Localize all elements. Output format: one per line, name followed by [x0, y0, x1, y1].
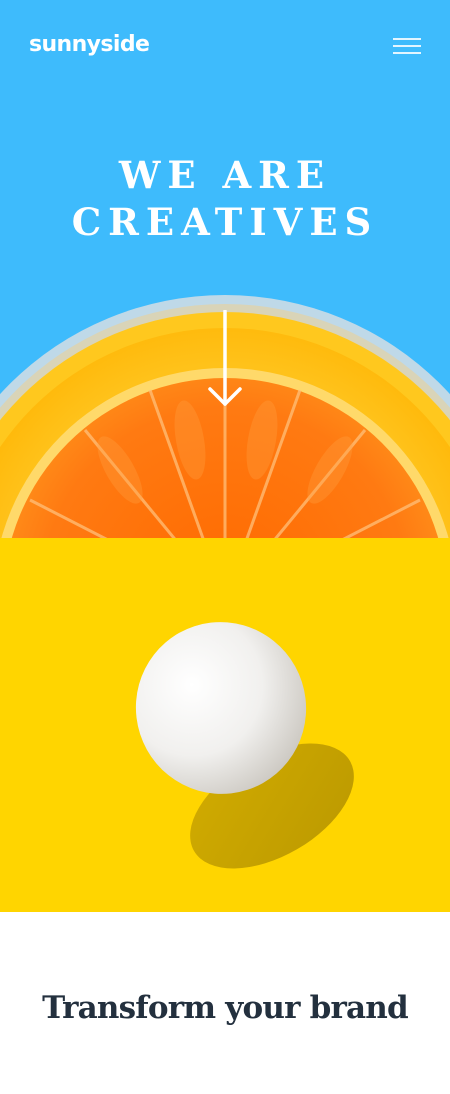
transform-heading: Transform your brand [42, 990, 409, 1026]
menu-line [393, 38, 421, 40]
menu-line [393, 45, 421, 47]
hero-title-line-1: WE ARE [118, 153, 332, 197]
orange-image [0, 295, 450, 538]
arrow-down-icon[interactable] [207, 310, 243, 408]
transform-section: Transform your brand [0, 912, 450, 1094]
hero-title: WE ARE CREATIVES [0, 152, 450, 246]
menu-line [393, 52, 421, 54]
hamburger-menu-icon[interactable] [391, 36, 423, 58]
hero-title-line-2: CREATIVES [71, 200, 379, 244]
hero-section: sunnyside WE ARE CREATIVES [0, 0, 450, 538]
page: sunnyside WE ARE CREATIVES Transform you… [0, 0, 450, 1094]
egg-image [0, 538, 450, 912]
logo[interactable]: sunnyside [29, 30, 150, 60]
egg-image-section [0, 538, 450, 912]
